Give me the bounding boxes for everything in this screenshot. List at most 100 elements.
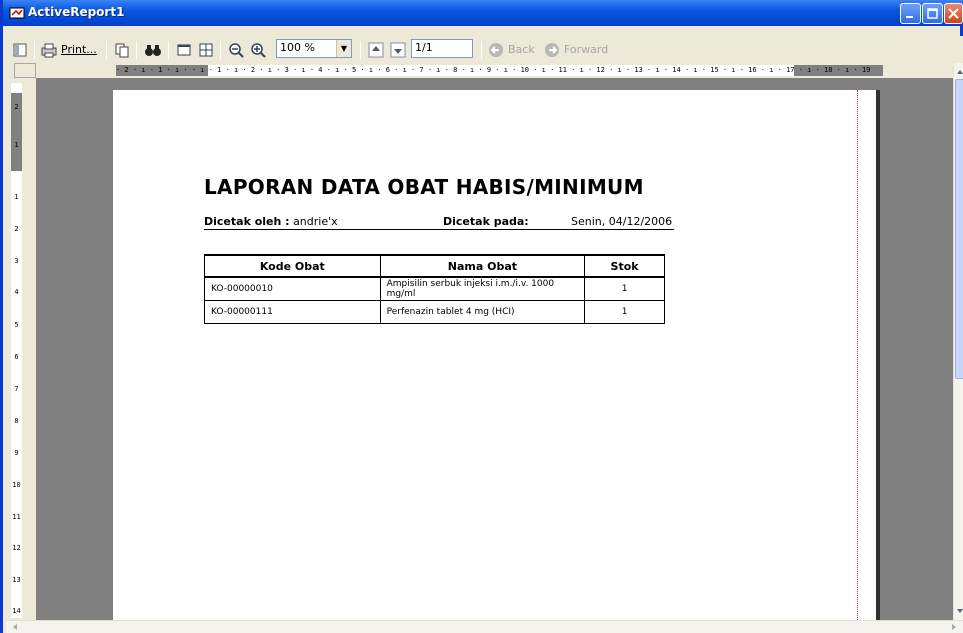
find-button[interactable] [144, 40, 162, 59]
zoom-out-icon [229, 42, 244, 58]
zoom-in-icon [251, 42, 266, 58]
scroll-left-icon[interactable] [8, 621, 22, 633]
vertical-ruler-label: 13 [12, 576, 21, 584]
window-title: ActiveReport1 [28, 5, 125, 19]
table-row: KO-00000111 Perfenazin tablet 4 mg (HCI)… [204, 299, 665, 324]
multi-page-icon [199, 43, 213, 56]
printed-on-value: Senin, 04/12/2006 [571, 215, 673, 228]
toolbar-separator [360, 41, 361, 59]
vertical-ruler-label: 11 [12, 513, 21, 521]
back-button[interactable]: Back [488, 40, 535, 59]
arrow-up-icon [368, 42, 384, 57]
vertical-ruler-label: 1 [14, 141, 19, 149]
vertical-ruler-label: 1 [14, 193, 19, 201]
report-page: LAPORAN DATA OBAT HABIS/MINIMUM Dicetak … [113, 90, 880, 620]
report-window: ActiveReport1 Print... 100 % ▼ 1/1 Back … [0, 0, 963, 633]
chevron-down-icon[interactable]: ▼ [336, 40, 351, 57]
vertical-ruler-label: 2 [14, 103, 19, 111]
toolbar-separator [136, 41, 137, 59]
zoom-value: 100 % [280, 41, 315, 54]
close-button[interactable] [944, 3, 963, 24]
obat-table: Kode Obat Nama Obat Stok KO-00000010 Amp… [204, 254, 665, 324]
report-title: LAPORAN DATA OBAT HABIS/MINIMUM [204, 175, 644, 199]
back-arrow-icon [489, 42, 503, 57]
horizontal-scrollbar[interactable] [6, 620, 963, 633]
scroll-down-icon[interactable] [954, 604, 963, 618]
column-header-kode: Kode Obat [204, 254, 381, 278]
cell-kode: KO-00000010 [204, 276, 381, 301]
table-of-contents-icon [13, 43, 27, 56]
cell-nama: Perfenazin tablet 4 mg (HCI) [379, 299, 586, 324]
scroll-right-icon[interactable] [947, 621, 961, 633]
zoom-select[interactable]: 100 % ▼ [276, 39, 352, 58]
scroll-up-icon[interactable] [954, 65, 963, 79]
vertical-ruler-label: 3 [14, 257, 19, 265]
minimize-button[interactable] [900, 3, 921, 24]
table-header-row: Kode Obat Nama Obat Stok [204, 254, 665, 278]
copy-button[interactable] [114, 40, 130, 59]
print-label: Print... [61, 43, 97, 56]
toolbar-separator [106, 41, 107, 59]
vertical-ruler-label: 4 [14, 288, 19, 296]
horizontal-ruler-scale: · 2 · ı · 1 · ı · · ı · 1 · ı · 2 · ı · … [116, 65, 883, 76]
scroll-thumb[interactable] [955, 79, 963, 379]
column-header-nama: Nama Obat [379, 254, 586, 278]
vertical-ruler-label: 10 [12, 481, 21, 489]
vertical-ruler-label: 7 [14, 385, 19, 393]
multi-page-button[interactable] [198, 40, 214, 59]
zoom-out-button[interactable] [228, 40, 244, 59]
single-page-button[interactable] [176, 40, 192, 59]
toolbar-separator [220, 41, 221, 59]
zoom-in-button[interactable] [250, 40, 266, 59]
toolbar-separator [168, 41, 169, 59]
vertical-ruler-label: 2 [14, 225, 19, 233]
right-margin-guide [857, 90, 858, 620]
previous-page-button[interactable] [368, 40, 384, 59]
horizontal-ruler-text: · 2 · ı · 1 · ı · · ı · 1 · ı · 2 · ı · … [116, 66, 871, 74]
printed-by-value: andrie'x [293, 215, 338, 228]
printer-icon [41, 43, 57, 57]
printed-on-label: Dicetak pada: [443, 215, 529, 228]
ruler-corner [14, 63, 36, 78]
vertical-ruler-scale: 2 1 1 2 3 4 5 6 7 8 9 10 11 12 13 14 [11, 83, 22, 618]
toolbar-separator [34, 41, 35, 59]
header-divider [204, 229, 674, 230]
binoculars-icon [145, 44, 161, 56]
report-viewer-canvas[interactable]: LAPORAN DATA OBAT HABIS/MINIMUM Dicetak … [36, 78, 953, 620]
cell-stok: 1 [584, 276, 665, 301]
cell-stok: 1 [584, 299, 665, 324]
printed-on-value-wrap: Senin, 04/12/2006 [571, 215, 672, 228]
single-page-icon [177, 44, 191, 55]
horizontal-ruler: · 2 · ı · 1 · ı · · ı · 1 · ı · 2 · ı · … [6, 63, 963, 78]
vertical-ruler-label: 14 [12, 607, 21, 615]
printed-by: Dicetak oleh : andrie'x [204, 215, 338, 228]
cell-nama: Ampisilin serbuk injeksi i.m./i.v. 1000 … [379, 276, 586, 301]
app-icon [9, 7, 25, 19]
forward-button[interactable]: Forward [544, 40, 608, 59]
print-button[interactable]: Print... [40, 40, 97, 59]
page-number-value: 1/1 [415, 41, 433, 54]
copy-icon [115, 43, 129, 57]
maximize-button[interactable] [922, 3, 943, 24]
vertical-scrollbar[interactable] [953, 63, 963, 620]
printed-on-label-wrap: Dicetak pada: [443, 215, 529, 228]
next-page-button[interactable] [390, 40, 406, 59]
arrow-down-icon [390, 42, 406, 57]
cell-kode: KO-00000111 [204, 299, 381, 324]
close-icon [948, 8, 959, 19]
toc-button[interactable] [12, 40, 28, 59]
vertical-ruler-label: 8 [14, 417, 19, 425]
vertical-ruler-label: 5 [14, 321, 19, 329]
column-header-stok: Stok [584, 254, 665, 278]
title-bar[interactable]: ActiveReport1 [3, 0, 963, 26]
minimize-icon [906, 16, 913, 18]
forward-label: Forward [564, 43, 609, 56]
maximize-icon [927, 8, 938, 19]
vertical-ruler-label: 12 [12, 544, 21, 552]
page-number-input[interactable]: 1/1 [411, 39, 473, 58]
forward-arrow-icon [545, 42, 559, 57]
vertical-ruler-label: 6 [14, 353, 19, 361]
printed-by-label: Dicetak oleh : [204, 215, 290, 228]
toolbar-separator [481, 41, 482, 59]
toolbar: Print... 100 % ▼ 1/1 Back Forward [6, 36, 963, 63]
